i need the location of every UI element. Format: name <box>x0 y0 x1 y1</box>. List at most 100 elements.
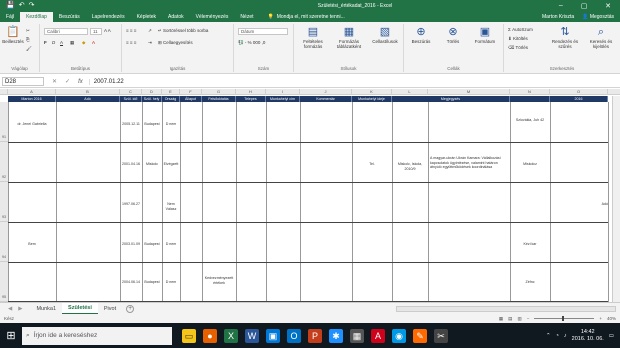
table-cell[interactable]: D nem <box>162 122 180 127</box>
number-format-select[interactable]: Dátum <box>238 28 288 35</box>
vertical-scrollbar[interactable] <box>612 96 620 302</box>
column-header[interactable]: G <box>202 89 236 95</box>
table-cell[interactable]: Budapest <box>142 242 162 247</box>
column-header[interactable]: O <box>550 89 608 95</box>
autosum-button[interactable]: Σ AutoSzum <box>508 27 533 32</box>
table-cell[interactable]: Szlovákia, Juh 42 <box>512 118 548 123</box>
tab-home[interactable]: Kezdőlap <box>20 12 53 22</box>
page-layout-icon[interactable]: ▤ <box>508 316 512 322</box>
acrobat-icon[interactable]: A <box>371 328 385 343</box>
table-cell[interactable]: Kézi kar <box>510 242 550 247</box>
table-cell[interactable]: Miskolc <box>142 162 162 167</box>
table-cell[interactable]: Tel. <box>352 162 392 167</box>
store-icon[interactable]: ▣ <box>266 328 280 343</box>
copy-icon[interactable]: ⎘ <box>26 37 30 42</box>
fill-color-icon[interactable]: ◆ <box>82 40 85 46</box>
find-select-button[interactable]: ⌕ Keresés és kijelölés <box>584 26 618 49</box>
row-header[interactable]: 92 <box>0 142 8 182</box>
table-cell[interactable]: D nem <box>162 242 180 247</box>
fill-button[interactable]: ⬇ Kitöltés <box>508 36 528 42</box>
tell-me-box[interactable]: 💡 Mondja el, mit szeretne tenni... <box>267 14 344 20</box>
zoom-out-icon[interactable]: − <box>527 316 530 321</box>
select-all-corner[interactable] <box>0 89 8 95</box>
file-explorer-icon[interactable]: ▭ <box>182 328 196 343</box>
next-sheet-icon[interactable]: ▶ <box>18 306 22 312</box>
column-header[interactable]: C <box>120 89 142 95</box>
format-painter-icon[interactable]: 🖌 <box>26 46 32 52</box>
table-cell[interactable]: Budapest <box>142 280 162 285</box>
sheet-tab[interactable]: Pivot <box>98 304 122 314</box>
tab-formulas[interactable]: Képletek <box>131 12 162 22</box>
sheet-tab-active[interactable]: Születési <box>62 302 98 315</box>
table-cell[interactable]: 2003.01.09 <box>120 242 142 247</box>
normal-view-icon[interactable]: ▦ <box>499 316 503 322</box>
snipping-tool-icon[interactable]: ✂ <box>434 328 448 343</box>
number-format-icons[interactable]: 💱 - % 000 ,0 <box>238 40 265 46</box>
formula-input[interactable]: 2007.01.22 <box>88 78 620 85</box>
column-header[interactable]: L <box>392 89 428 95</box>
column-header[interactable]: M <box>428 89 510 95</box>
orientation-icon[interactable]: ↗ <box>148 28 152 34</box>
column-header[interactable]: F <box>180 89 202 95</box>
table-cell[interactable]: Bem <box>8 242 56 247</box>
row-header[interactable]: 95 <box>0 262 8 302</box>
enter-icon[interactable]: ✓ <box>65 78 70 85</box>
name-box[interactable]: D28 <box>2 77 44 86</box>
clear-button[interactable]: ⌫ Törlés <box>508 45 528 51</box>
format-cells-button[interactable]: ▣ Formátum <box>470 26 500 44</box>
align-left-icon[interactable]: ≡ ≡ ≡ <box>126 40 136 45</box>
clock[interactable]: 14:42 2016. 10. 06. <box>572 329 604 343</box>
tab-review[interactable]: Véleményezés <box>190 12 235 22</box>
table-cell[interactable]: Elvégzett <box>162 162 180 167</box>
font-name-select[interactable]: Calibri <box>44 28 88 35</box>
chrome-icon[interactable]: ◉ <box>392 328 406 343</box>
action-center-icon[interactable]: ▭ <box>609 333 614 339</box>
sort-filter-button[interactable]: ⇅ Rendezés és szűrés <box>548 26 582 49</box>
column-header[interactable]: E <box>162 89 180 95</box>
zoom-level[interactable]: 40% <box>607 316 616 321</box>
column-header[interactable]: H <box>236 89 266 95</box>
border-icon[interactable]: ▦ <box>70 40 74 46</box>
share-button[interactable]: 👤 Megosztás <box>582 14 614 20</box>
insert-function-button[interactable]: fx <box>78 79 89 85</box>
wrap-text-button[interactable]: ↵ Sortöréssel több sorba <box>158 28 208 34</box>
tab-page-layout[interactable]: Lapelrendezés <box>86 12 131 22</box>
table-cell[interactable]: Miskolc, Iskola, 2010/9 <box>392 162 428 171</box>
table-cell[interactable]: Kedvezményezett értékek <box>202 276 236 285</box>
italic-icon[interactable]: D <box>52 40 55 45</box>
font-color-icon[interactable]: A <box>92 40 95 45</box>
table-cell[interactable]: Adó <box>592 202 608 207</box>
bold-icon[interactable]: F <box>44 40 47 45</box>
settings-icon[interactable]: ✱ <box>329 328 343 343</box>
save-icon[interactable]: 💾 <box>6 0 15 12</box>
notification-icon[interactable]: ⌃ <box>546 333 551 339</box>
format-as-table-button[interactable]: ▦ Formázás táblázatként <box>332 26 366 49</box>
column-header[interactable]: K <box>352 89 392 95</box>
table-cell[interactable]: 2004.06.14 <box>120 280 142 285</box>
close-button[interactable]: ✕ <box>605 2 611 10</box>
row-header[interactable]: 91 <box>0 102 8 142</box>
paint-icon[interactable]: ✎ <box>413 328 427 343</box>
table-cell[interactable]: Budapest <box>142 122 162 127</box>
table-cell[interactable]: Zéfnc <box>510 280 550 285</box>
column-header[interactable]: I <box>266 89 300 95</box>
horizontal-scrollbar[interactable] <box>396 305 616 312</box>
align-top-icon[interactable]: ≡ ≡ ≡ <box>126 28 136 33</box>
network-icon[interactable]: ◔ <box>556 333 559 339</box>
tab-view[interactable]: Nézet <box>234 12 259 22</box>
paste-button[interactable]: 📋 Beillesztés <box>2 26 24 44</box>
table-cell[interactable]: A magyar-ukrán Ukrán Kamara: Vállalkozás… <box>430 156 508 170</box>
zoom-thumb[interactable] <box>562 316 565 321</box>
conditional-formatting-button[interactable]: ▤ Feltételes formázás <box>296 26 330 49</box>
delete-cells-button[interactable]: ⊗ Törlés <box>438 26 468 44</box>
font-size-select[interactable]: 11 <box>90 28 102 35</box>
powerpoint-icon[interactable]: P <box>308 328 322 343</box>
tab-insert[interactable]: Beszúrás <box>53 12 86 22</box>
tab-file[interactable]: Fájl <box>0 12 20 22</box>
zoom-in-icon[interactable]: + <box>599 316 602 321</box>
sheet-tab[interactable]: Munka1 <box>30 304 62 314</box>
volume-icon[interactable]: ♪ <box>564 333 567 339</box>
grow-font-icon[interactable]: A A <box>104 28 111 33</box>
outlook-icon[interactable]: O <box>287 328 301 343</box>
underline-icon[interactable]: A <box>60 40 63 45</box>
